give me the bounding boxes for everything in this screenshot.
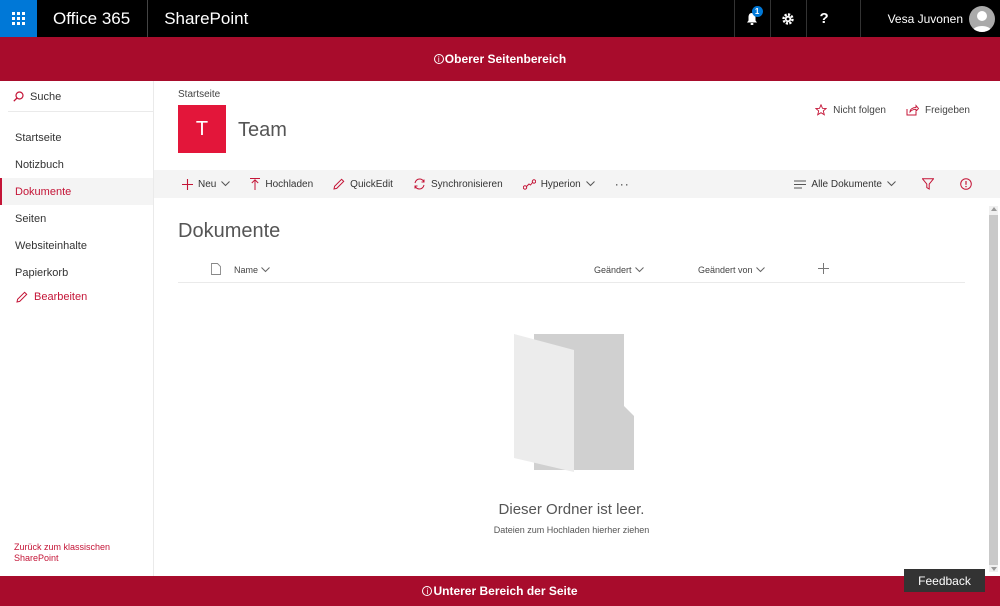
gear-icon bbox=[781, 12, 795, 26]
bottom-placeholder-band: i Unterer Bereich der Seite bbox=[0, 576, 1000, 606]
help-icon: ? bbox=[819, 10, 829, 27]
help-button[interactable]: ? bbox=[805, 0, 842, 37]
list-icon bbox=[794, 180, 807, 189]
pencil-icon bbox=[16, 291, 28, 303]
office365-link[interactable]: Office 365 bbox=[37, 0, 149, 37]
bottom-band-label: Unterer Bereich der Seite bbox=[433, 584, 578, 598]
new-button[interactable]: Neu bbox=[182, 170, 231, 198]
info-icon bbox=[960, 178, 972, 190]
notification-badge: 1 bbox=[751, 6, 763, 17]
command-bar: Neu Hochladen QuickEdit Synchronisieren … bbox=[154, 170, 1000, 198]
hyperion-label: Hyperion bbox=[540, 178, 581, 190]
chevron-down-icon bbox=[634, 267, 644, 273]
share-icon bbox=[906, 104, 919, 116]
feedback-button[interactable]: Feedback bbox=[904, 569, 985, 592]
document-icon bbox=[211, 263, 221, 275]
share-label: Freigeben bbox=[924, 104, 970, 116]
search-icon bbox=[13, 91, 24, 102]
unfollow-button[interactable]: Nicht folgen bbox=[815, 104, 886, 116]
empty-folder-illustration bbox=[514, 334, 636, 472]
settings-button[interactable] bbox=[769, 0, 806, 37]
suite-bar: Office 365 SharePoint 1 ? Vesa Juvonen bbox=[0, 0, 1000, 37]
info-icon: i bbox=[433, 54, 444, 64]
chevron-down-icon bbox=[261, 267, 270, 273]
pencil-icon bbox=[333, 178, 345, 190]
sync-label: Synchronisieren bbox=[430, 178, 503, 190]
empty-subtitle: Dateien zum Hochladen hierher ziehen bbox=[493, 525, 650, 535]
sync-icon bbox=[413, 178, 426, 190]
nav-item-dokumente[interactable]: Dokumente bbox=[0, 178, 153, 205]
nav-item-websiteinhalte[interactable]: Websiteinhalte bbox=[0, 232, 153, 259]
avatar bbox=[969, 5, 995, 32]
waffle-icon bbox=[12, 12, 25, 25]
search-box[interactable]: Suche bbox=[8, 82, 153, 112]
site-logo[interactable]: T bbox=[178, 105, 226, 153]
filter-icon bbox=[922, 178, 934, 190]
scroll-down-arrow-icon[interactable] bbox=[991, 567, 997, 571]
name-column-label: Name bbox=[234, 265, 259, 275]
edit-label: Bearbeiten bbox=[34, 291, 88, 303]
add-column-button[interactable] bbox=[818, 263, 829, 274]
modified-by-column-label: Geändert von bbox=[698, 265, 753, 275]
sharepoint-link[interactable]: SharePoint bbox=[148, 0, 264, 37]
share-button[interactable]: Freigeben bbox=[906, 104, 970, 116]
chevron-down-icon bbox=[221, 181, 231, 187]
plus-icon bbox=[182, 178, 193, 190]
unfollow-label: Nicht folgen bbox=[833, 104, 886, 116]
modified-by-column-header[interactable]: Geändert von bbox=[698, 265, 765, 275]
star-icon bbox=[815, 104, 828, 116]
user-name: Vesa Juvonen bbox=[887, 11, 963, 26]
app-launcher-button[interactable] bbox=[0, 0, 37, 37]
scroll-up-arrow-icon[interactable] bbox=[991, 207, 997, 211]
back-to-classic-link[interactable]: Zurück zum klassischen SharePoint bbox=[14, 542, 124, 564]
library-title: Dokumente bbox=[178, 220, 281, 242]
upload-icon bbox=[250, 178, 261, 190]
notifications-button[interactable]: 1 bbox=[733, 0, 770, 37]
plus-icon bbox=[818, 263, 829, 274]
column-header-row: Name Geändert Geändert von bbox=[178, 261, 965, 283]
quickedit-button[interactable]: QuickEdit bbox=[333, 170, 393, 198]
quickedit-label: QuickEdit bbox=[350, 178, 393, 190]
view-switcher[interactable]: Alle Dokumente bbox=[794, 170, 896, 198]
hyperion-button[interactable]: Hyperion bbox=[522, 170, 595, 198]
breadcrumb[interactable]: Startseite bbox=[178, 89, 220, 100]
chevron-down-icon bbox=[585, 181, 595, 187]
file-type-column[interactable] bbox=[211, 263, 221, 275]
upload-label: Hochladen bbox=[265, 178, 314, 190]
nav-item-notizbuch[interactable]: Notizbuch bbox=[0, 151, 153, 178]
sync-button[interactable]: Synchronisieren bbox=[413, 170, 503, 198]
nav-item-papierkorb[interactable]: Papierkorb bbox=[0, 259, 153, 286]
site-title: Team bbox=[238, 119, 287, 141]
info-pane-button[interactable] bbox=[960, 170, 972, 198]
nav-item-startseite[interactable]: Startseite bbox=[0, 124, 153, 151]
view-label: Alle Dokumente bbox=[811, 178, 882, 190]
empty-title: Dieser Ordner ist leer. bbox=[498, 501, 645, 518]
chevron-down-icon bbox=[755, 267, 765, 273]
flow-icon bbox=[522, 178, 536, 190]
chevron-down-icon bbox=[887, 181, 896, 187]
top-band-label: Oberer Seitenbereich bbox=[444, 52, 567, 66]
modified-column-header[interactable]: Geändert bbox=[594, 265, 644, 275]
user-account-button[interactable]: Vesa Juvonen bbox=[859, 0, 1000, 37]
modified-column-label: Geändert bbox=[594, 265, 632, 275]
main-content: Startseite T Team Nicht folgen Freigeben… bbox=[154, 81, 1000, 576]
left-navigation: Suche Startseite Notizbuch Dokumente Sei… bbox=[0, 81, 154, 576]
nav-item-seiten[interactable]: Seiten bbox=[0, 205, 153, 232]
name-column-header[interactable]: Name bbox=[234, 265, 270, 275]
search-label: Suche bbox=[30, 90, 62, 103]
info-icon: i bbox=[422, 586, 433, 596]
nav-edit-link[interactable]: Bearbeiten bbox=[0, 286, 153, 308]
top-placeholder-band: i Oberer Seitenbereich bbox=[0, 37, 1000, 81]
vertical-scrollbar[interactable] bbox=[989, 206, 998, 572]
more-button[interactable]: ··· bbox=[615, 170, 630, 198]
scrollbar-thumb[interactable] bbox=[989, 215, 998, 565]
upload-button[interactable]: Hochladen bbox=[250, 170, 313, 198]
new-label: Neu bbox=[198, 178, 217, 190]
filter-button[interactable] bbox=[922, 170, 934, 198]
